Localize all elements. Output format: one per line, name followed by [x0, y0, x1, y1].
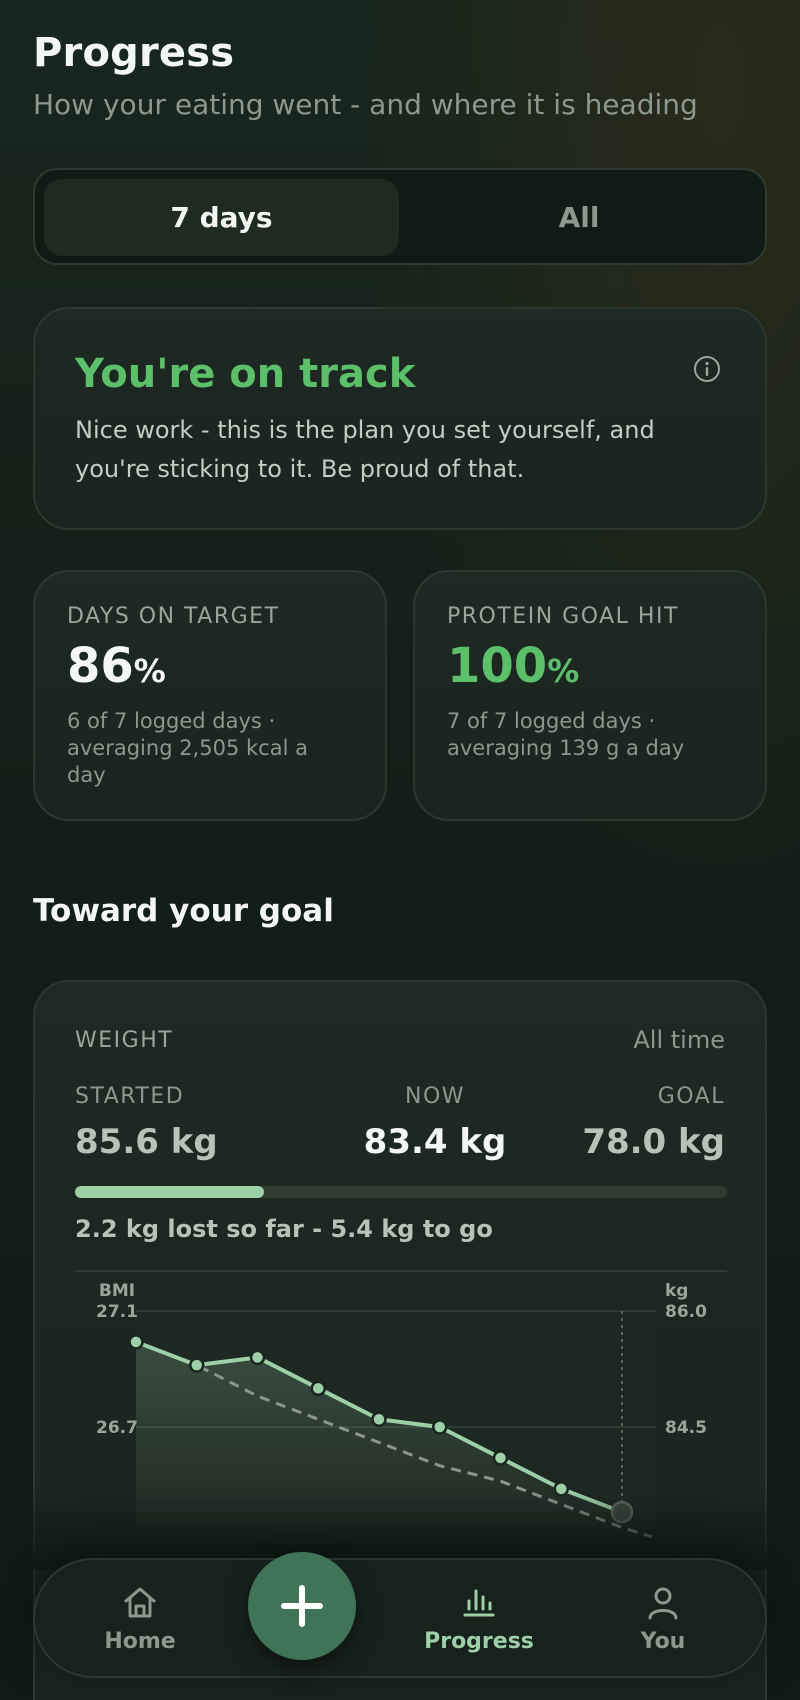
- home-icon: [124, 1587, 156, 1617]
- plus-icon: [281, 1585, 323, 1627]
- nav-you-label: You: [640, 1628, 686, 1654]
- started-label: STARTED: [75, 1084, 185, 1109]
- page-subtitle: How your eating went - and where it is h…: [33, 88, 698, 121]
- left-tick-label: 27.1: [96, 1302, 138, 1322]
- weight-label: WEIGHT: [75, 1028, 174, 1053]
- page-title: Progress: [33, 30, 235, 76]
- days-on-target-card: DAYS ON TARGET 86% 6 of 7 logged days · …: [33, 570, 387, 821]
- right-tick-label: 84.5: [665, 1418, 707, 1438]
- info-icon[interactable]: [693, 355, 721, 383]
- right-tick-label: 86.0: [665, 1302, 707, 1322]
- now-value: 83.4 kg: [363, 1122, 507, 1162]
- weight-point: [128, 1334, 144, 1350]
- nav-you[interactable]: You: [573, 1560, 753, 1676]
- right-axis-label: kg: [665, 1281, 688, 1301]
- status-card: You're on track Nice work - this is the …: [33, 307, 767, 530]
- now-label: NOW: [404, 1084, 466, 1109]
- tab-7-days[interactable]: 7 days: [44, 179, 399, 256]
- section-title: Toward your goal: [33, 893, 334, 929]
- stat-label: PROTEIN GOAL HIT: [447, 604, 679, 629]
- person-icon: [648, 1587, 678, 1619]
- nav-progress[interactable]: Progress: [389, 1560, 569, 1676]
- nav-progress-label: Progress: [424, 1628, 534, 1654]
- weight-point: [492, 1450, 509, 1466]
- weight-summary: 2.2 kg lost so far - 5.4 kg to go: [75, 1215, 493, 1243]
- weight-point: [189, 1357, 205, 1373]
- weight-point: [371, 1411, 387, 1428]
- tab-all[interactable]: All: [399, 179, 759, 256]
- nav-home[interactable]: Home: [50, 1560, 230, 1676]
- left-axis-label: BMI: [99, 1281, 135, 1301]
- goal-label: GOAL: [657, 1084, 725, 1109]
- status-title: You're on track: [75, 351, 416, 397]
- goal-value: 78.0 kg: [582, 1122, 725, 1162]
- add-button[interactable]: [248, 1552, 356, 1660]
- weight-point: [310, 1380, 326, 1397]
- weight-point: [432, 1419, 448, 1435]
- stat-value: 86%: [67, 638, 166, 694]
- stat-note: 7 of 7 logged days · averaging 139 g a d…: [447, 709, 685, 760]
- range-toggle: 7 days All: [33, 168, 767, 265]
- stat-label: DAYS ON TARGET: [67, 604, 280, 629]
- protein-goal-card: PROTEIN GOAL HIT 100% 7 of 7 logged days…: [413, 570, 767, 821]
- bar-chart-icon: [463, 1589, 495, 1616]
- weight-progress-bar: [75, 1186, 727, 1198]
- left-tick-label: 26.7: [96, 1418, 138, 1438]
- stat-note: 6 of 7 logged days · averaging 2,505 kca…: [67, 709, 308, 787]
- weight-range: All time: [633, 1026, 725, 1054]
- stat-value: 100%: [447, 638, 580, 694]
- weight-point: [249, 1349, 266, 1366]
- weight-progress-fill: [75, 1186, 265, 1198]
- bottom-nav: Home Progress You: [33, 1558, 767, 1678]
- status-message: Nice work - this is the plan you set you…: [75, 416, 655, 483]
- started-value: 85.6 kg: [75, 1122, 218, 1162]
- nav-home-label: Home: [104, 1628, 176, 1654]
